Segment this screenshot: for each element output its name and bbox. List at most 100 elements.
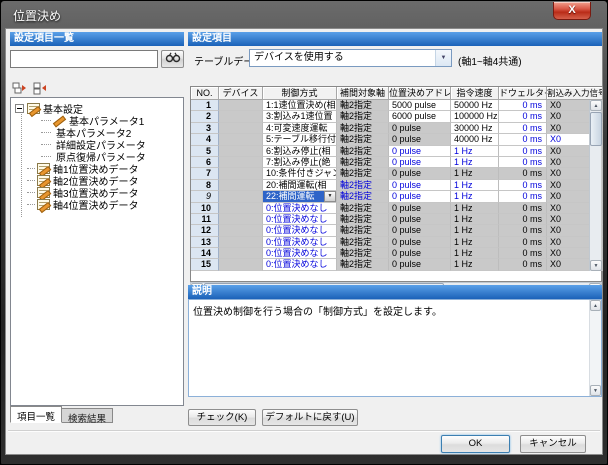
- cell-device[interactable]: [219, 203, 263, 214]
- check-button[interactable]: チェック(K): [188, 409, 256, 426]
- cell-no[interactable]: 5: [191, 146, 219, 157]
- cell-control-method[interactable]: 6:割込み停止(相: [263, 146, 337, 157]
- cell-control-method[interactable]: 0:位置決めなし: [263, 203, 337, 214]
- scroll-up-icon[interactable]: ▲: [590, 100, 602, 111]
- cell-axis[interactable]: 軸2指定: [337, 237, 389, 248]
- cell-speed[interactable]: 1 Hz: [451, 168, 499, 179]
- tree-collapse-icon[interactable]: [15, 104, 24, 113]
- title-bar[interactable]: 位置決め X: [1, 1, 607, 27]
- cell-axis[interactable]: 軸2指定: [337, 180, 389, 191]
- cell-axis[interactable]: 軸2指定: [337, 225, 389, 236]
- cell-device[interactable]: [219, 248, 263, 259]
- cell-addr[interactable]: 6000 pulse: [389, 111, 451, 122]
- vertical-scrollbar[interactable]: ▲ ▼: [589, 100, 601, 271]
- column-header[interactable]: 制御方式: [263, 87, 337, 100]
- cell-device[interactable]: [219, 157, 263, 168]
- cell-axis[interactable]: 軸2指定: [337, 146, 389, 157]
- cell-no[interactable]: 7: [191, 168, 219, 179]
- cell-no[interactable]: 12: [191, 225, 219, 236]
- cell-device[interactable]: [219, 180, 263, 191]
- cell-axis[interactable]: 軸2指定: [337, 248, 389, 259]
- cell-addr[interactable]: 0 pulse: [389, 157, 451, 168]
- cell-speed[interactable]: 1 Hz: [451, 157, 499, 168]
- cell-device[interactable]: [219, 191, 263, 202]
- cell-dwell[interactable]: 0 ms: [499, 225, 547, 236]
- cell-addr[interactable]: 0 pulse: [389, 134, 451, 145]
- cell-speed[interactable]: 1 Hz: [451, 203, 499, 214]
- column-header[interactable]: ドウェルタイム: [499, 87, 547, 100]
- cell-control-method[interactable]: 3:割込み1速位置: [263, 111, 337, 122]
- cell-no[interactable]: 1: [191, 100, 219, 111]
- cell-dwell[interactable]: 0 ms: [499, 134, 547, 145]
- cell-addr[interactable]: 5000 pulse: [389, 100, 451, 111]
- desc-scroll-down-icon[interactable]: ▼: [590, 385, 601, 396]
- cell-control-method[interactable]: 1:1速位置決め(相: [263, 100, 337, 111]
- cell-addr[interactable]: 0 pulse: [389, 123, 451, 134]
- cell-control-method[interactable]: 22:補間運転▼: [263, 191, 337, 202]
- cell-no[interactable]: 3: [191, 123, 219, 134]
- cell-device[interactable]: [219, 259, 263, 270]
- cell-axis[interactable]: 軸2指定: [337, 214, 389, 225]
- cell-no[interactable]: 8: [191, 180, 219, 191]
- cell-control-method[interactable]: 0:位置決めなし: [263, 214, 337, 225]
- cell-speed[interactable]: 1 Hz: [451, 146, 499, 157]
- cell-axis[interactable]: 軸2指定: [337, 157, 389, 168]
- cell-device[interactable]: [219, 214, 263, 225]
- cell-no[interactable]: 14: [191, 248, 219, 259]
- cell-speed[interactable]: 1 Hz: [451, 225, 499, 236]
- ok-button[interactable]: OK: [441, 435, 510, 453]
- cell-dwell[interactable]: 0 ms: [499, 157, 547, 168]
- cell-no[interactable]: 15: [191, 259, 219, 270]
- expand-all-icon[interactable]: [11, 81, 28, 95]
- cell-no[interactable]: 10: [191, 203, 219, 214]
- cell-device[interactable]: [219, 111, 263, 122]
- cell-dwell[interactable]: 0 ms: [499, 168, 547, 179]
- cell-no[interactable]: 9: [191, 191, 219, 202]
- cell-control-method[interactable]: 0:位置決めなし: [263, 259, 337, 270]
- cell-dwell[interactable]: 0 ms: [499, 237, 547, 248]
- cell-device[interactable]: [219, 146, 263, 157]
- cell-dwell[interactable]: 0 ms: [499, 203, 547, 214]
- cell-speed[interactable]: 1 Hz: [451, 259, 499, 270]
- table-data-combobox[interactable]: デバイスを使用する ▼: [249, 49, 452, 67]
- cell-control-method[interactable]: 20:補間運転(相: [263, 180, 337, 191]
- cell-device[interactable]: [219, 134, 263, 145]
- cell-axis[interactable]: 軸2指定: [337, 191, 389, 202]
- collapse-all-icon[interactable]: [32, 81, 49, 95]
- desc-scroll-up-icon[interactable]: ▲: [590, 300, 601, 311]
- cell-device[interactable]: [219, 100, 263, 111]
- column-header[interactable]: 指令速度: [451, 87, 499, 100]
- cell-speed[interactable]: 1 Hz: [451, 191, 499, 202]
- cell-device[interactable]: [219, 237, 263, 248]
- cell-addr[interactable]: 0 pulse: [389, 191, 451, 202]
- cell-axis[interactable]: 軸2指定: [337, 134, 389, 145]
- cell-addr[interactable]: 0 pulse: [389, 180, 451, 191]
- column-header[interactable]: 位置決めアドレス: [389, 87, 451, 100]
- scroll-down-icon[interactable]: ▼: [590, 260, 602, 271]
- cell-speed[interactable]: 50000 Hz: [451, 100, 499, 111]
- cell-control-method[interactable]: 10:条件付きジャン: [263, 168, 337, 179]
- cell-addr[interactable]: 0 pulse: [389, 214, 451, 225]
- cell-addr[interactable]: 0 pulse: [389, 237, 451, 248]
- cell-dwell[interactable]: 0 ms: [499, 123, 547, 134]
- cell-addr[interactable]: 0 pulse: [389, 168, 451, 179]
- description-scrollbar[interactable]: ▲ ▼: [589, 300, 601, 396]
- cell-dwell[interactable]: 0 ms: [499, 180, 547, 191]
- column-header[interactable]: 割込み入力信号2: [547, 87, 603, 100]
- search-input[interactable]: [10, 50, 158, 68]
- cell-control-method[interactable]: 0:位置決めなし: [263, 248, 337, 259]
- cell-axis[interactable]: 軸2指定: [337, 111, 389, 122]
- tab-search-results[interactable]: 検索結果: [62, 408, 113, 423]
- cell-axis[interactable]: 軸2指定: [337, 259, 389, 270]
- vertical-scroll-thumb[interactable]: [590, 112, 602, 146]
- column-header[interactable]: 補間対象軸: [337, 87, 389, 100]
- combobox-selected-value[interactable]: 22:補間運転: [263, 191, 324, 201]
- cell-addr[interactable]: 0 pulse: [389, 248, 451, 259]
- tree-item[interactable]: 軸4位置決めデータ: [27, 198, 183, 210]
- column-header[interactable]: デバイス: [219, 87, 263, 100]
- cell-control-method[interactable]: 7:割込み停止(絶: [263, 157, 337, 168]
- cell-speed[interactable]: 40000 Hz: [451, 134, 499, 145]
- tab-item-list[interactable]: 項目一覧: [10, 406, 62, 423]
- cell-speed[interactable]: 30000 Hz: [451, 123, 499, 134]
- cell-axis[interactable]: 軸2指定: [337, 123, 389, 134]
